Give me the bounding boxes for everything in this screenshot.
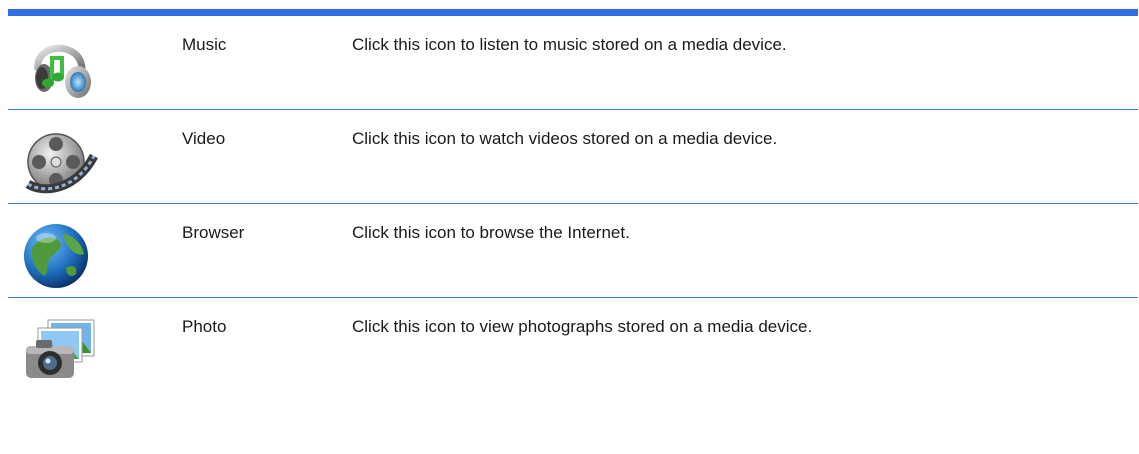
header-rule [8, 9, 1138, 16]
row-description: Click this icon to browse the Internet. [352, 223, 630, 242]
row-name: Video [182, 129, 226, 148]
row-name: Browser [182, 223, 245, 242]
camera-photo-icon[interactable] [20, 308, 100, 388]
table-row: Browser Click this icon to browse the In… [8, 204, 1138, 298]
row-name: Photo [182, 317, 227, 336]
table-row: Music Click this icon to listen to music… [8, 16, 1138, 110]
table-row: Photo Click this icon to view photograph… [8, 298, 1138, 391]
row-description: Click this icon to watch videos stored o… [352, 129, 778, 148]
row-name: Music [182, 35, 227, 54]
row-description: Click this icon to view photographs stor… [352, 317, 813, 336]
media-icon-table: Music Click this icon to listen to music… [8, 16, 1138, 391]
row-description: Click this icon to listen to music store… [352, 35, 787, 54]
headphones-music-icon[interactable] [20, 26, 100, 106]
globe-browser-icon[interactable] [20, 214, 100, 294]
film-reel-video-icon[interactable] [20, 120, 100, 200]
table-row: Video Click this icon to watch videos st… [8, 110, 1138, 204]
